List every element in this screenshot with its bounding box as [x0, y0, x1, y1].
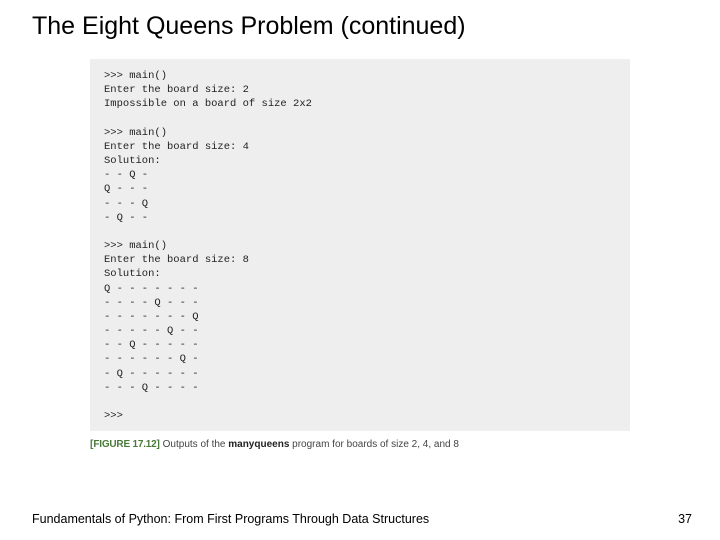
- figure-label: FIGURE 17.12: [93, 439, 156, 450]
- page-number: 37: [678, 512, 692, 526]
- caption-text-before: Outputs of the: [160, 439, 228, 450]
- footer-book-title: Fundamentals of Python: From First Progr…: [32, 512, 429, 526]
- slide-footer: Fundamentals of Python: From First Progr…: [0, 512, 720, 526]
- caption-text-after: program for boards of size 2, 4, and 8: [289, 439, 459, 450]
- slide-title: The Eight Queens Problem (continued): [0, 0, 720, 41]
- caption-program-name: manyqueens: [228, 439, 289, 450]
- code-output-box: >>> main() Enter the board size: 2 Impos…: [90, 59, 630, 431]
- figure-caption: [FIGURE 17.12] Outputs of the manyqueens…: [90, 439, 630, 450]
